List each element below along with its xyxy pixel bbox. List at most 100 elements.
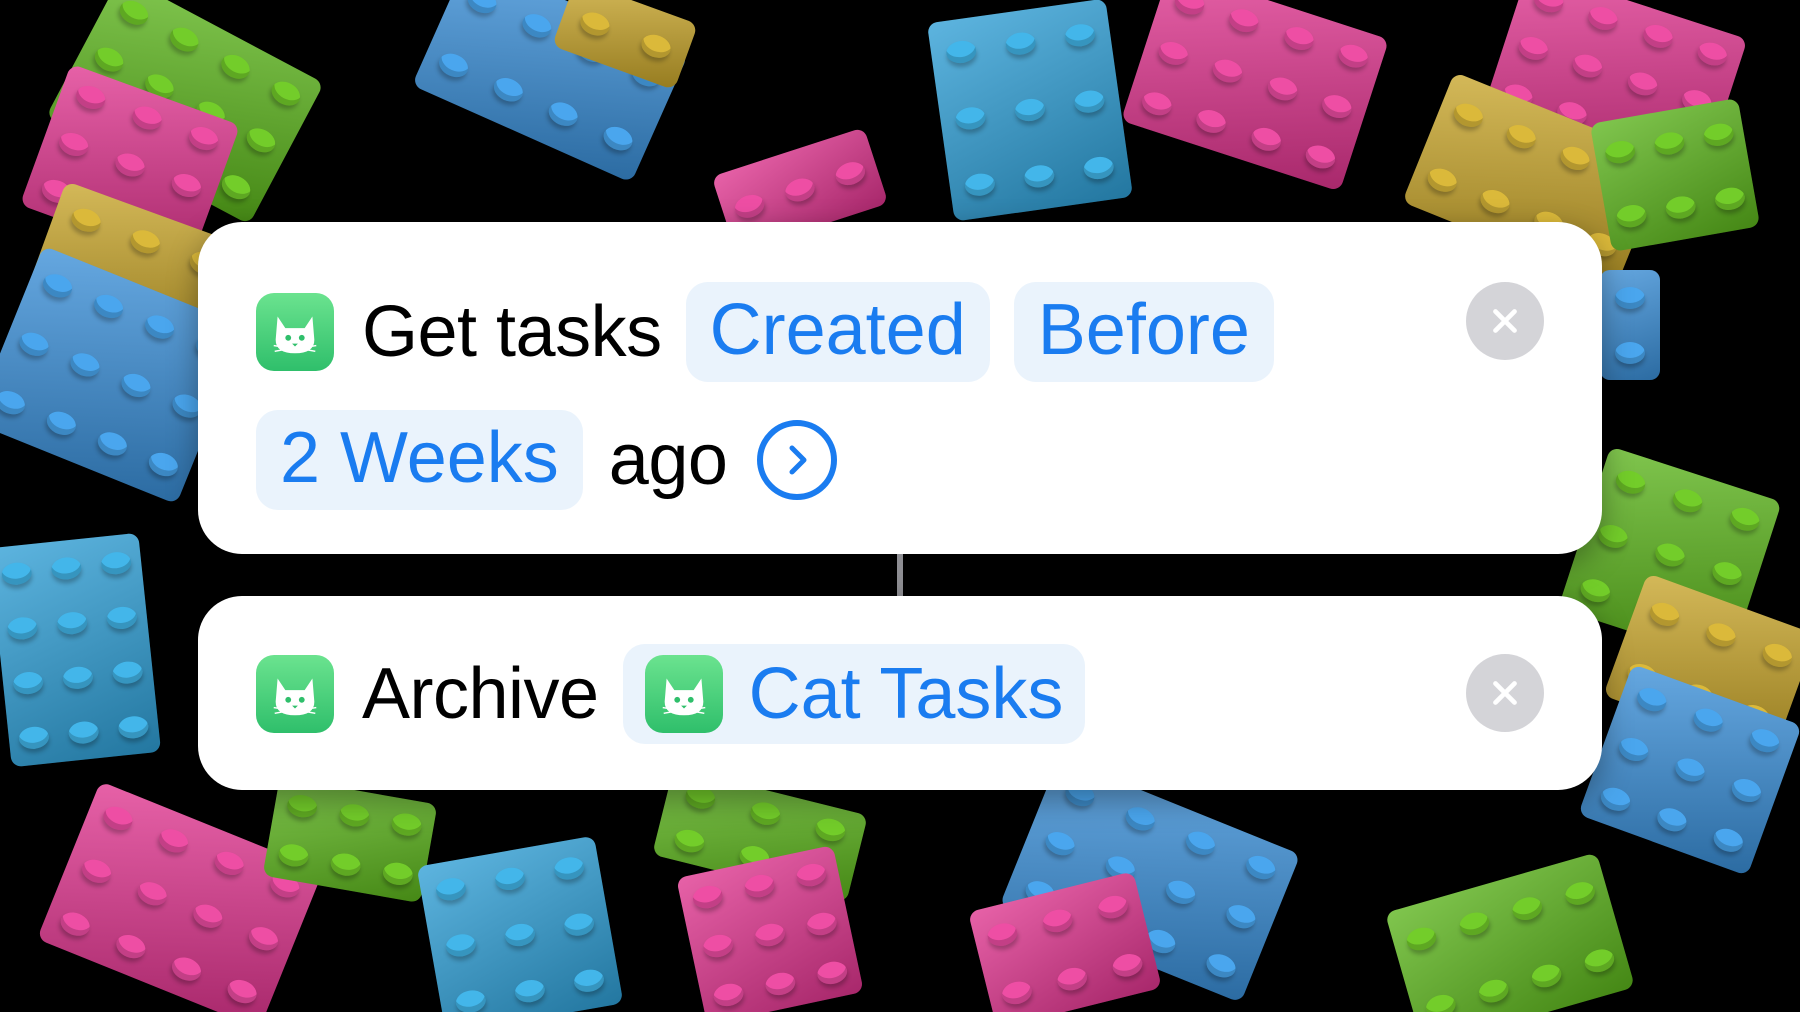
brick-stud: [815, 958, 850, 987]
brick-stud: [1652, 539, 1688, 571]
action-card-archive[interactable]: Archive Cat Tasks: [198, 596, 1602, 790]
brick-stud: [1209, 56, 1246, 87]
brick-stud: [985, 920, 1020, 949]
brick-stud: [753, 921, 787, 949]
brick-stud: [1450, 99, 1487, 132]
brick-stud: [454, 987, 488, 1012]
cat-face-icon: [273, 316, 317, 354]
brick-stud: [17, 724, 50, 750]
brick-stud: [434, 876, 468, 904]
brick-stud: [168, 952, 205, 985]
brick-stud: [390, 811, 424, 839]
brick-stud: [1063, 22, 1097, 49]
brick-stud: [56, 610, 89, 636]
brick-stud: [1726, 504, 1763, 535]
brick-stud: [1013, 97, 1047, 123]
brick-stud: [1281, 23, 1317, 54]
brick-stud: [1040, 906, 1075, 936]
brick-stud: [1503, 120, 1540, 153]
brick-stud: [1182, 826, 1219, 859]
brick-stud: [129, 102, 165, 134]
param-label: Cat Tasks: [748, 654, 1064, 734]
pink-brick: [676, 845, 864, 1012]
brick-stud: [1746, 724, 1783, 756]
brick-stud: [1004, 30, 1038, 57]
brick-stud: [1615, 734, 1652, 765]
brick-stud: [72, 82, 109, 113]
brick-stud: [599, 122, 637, 155]
chevron-right-circle-icon[interactable]: [757, 420, 838, 500]
brick-stud: [1082, 154, 1116, 181]
brick-stud: [690, 883, 725, 912]
brick-stud: [435, 49, 472, 82]
brick-stud: [1423, 164, 1460, 196]
brick-stud: [242, 123, 280, 158]
brick-stud: [211, 847, 248, 880]
brick-stud: [1226, 5, 1262, 36]
brick-stud: [1475, 976, 1511, 1006]
brick-stud: [168, 170, 205, 201]
brick-stud: [50, 555, 83, 581]
brick-stud: [1614, 202, 1649, 230]
brick-stud: [748, 798, 783, 828]
brick-stud: [1728, 775, 1765, 806]
brick-stud: [61, 664, 94, 690]
brick-stud: [1759, 639, 1796, 671]
action-suffix: ago: [608, 420, 728, 500]
close-icon[interactable]: [1466, 282, 1544, 360]
brick-stud: [1595, 521, 1631, 552]
brick-stud: [1319, 91, 1355, 122]
brick-stud: [1242, 851, 1279, 883]
brick-stud: [1110, 951, 1145, 980]
brick-stud: [1694, 39, 1731, 70]
brick-stud: [112, 930, 149, 963]
brick-stud: [1624, 68, 1661, 99]
param-duration[interactable]: 2 Weeks: [256, 410, 583, 510]
brick-stud: [42, 407, 79, 440]
brick-stud: [1530, 0, 1567, 16]
brick-stud: [544, 98, 582, 131]
brick-stud: [1701, 120, 1736, 148]
brick-stud: [1569, 51, 1606, 82]
brick-stud: [39, 269, 76, 302]
brick-stud: [954, 105, 987, 132]
brick-stud: [134, 877, 171, 910]
brick-stud: [1577, 575, 1614, 606]
brick-stud: [217, 49, 254, 84]
brick-stud: [276, 841, 310, 869]
brick-stud: [1403, 924, 1439, 954]
brick-stud: [1585, 3, 1621, 34]
blue-brick: [1600, 270, 1660, 380]
action-card-get-tasks[interactable]: Get tasks Created Before 2 Weeks ago: [198, 222, 1602, 554]
brick-stud: [78, 855, 115, 888]
close-icon[interactable]: [1466, 654, 1544, 732]
brick-stud: [1022, 163, 1056, 189]
brick-stud: [217, 170, 255, 205]
brick-stud: [1562, 878, 1598, 909]
brick-stud: [115, 0, 153, 30]
param-created[interactable]: Created: [685, 282, 990, 382]
brick-stud: [267, 76, 305, 111]
brick-stud: [794, 861, 829, 889]
brick-stud: [1581, 946, 1617, 976]
brick-stud: [1652, 129, 1687, 157]
brick-stud: [57, 907, 94, 940]
brick-stud: [0, 386, 28, 419]
brick-stud: [1603, 138, 1637, 166]
brick-stud: [111, 659, 144, 685]
brick-stud: [518, 9, 556, 42]
param-before[interactable]: Before: [1013, 282, 1274, 382]
brick-stud: [711, 981, 746, 1009]
brick-stud: [1710, 825, 1746, 857]
brick-stud: [285, 792, 319, 820]
brick-stud: [1121, 802, 1158, 835]
action-verb: Get tasks: [362, 292, 662, 372]
brick-stud: [1640, 21, 1676, 52]
param-cat-tasks[interactable]: Cat Tasks: [622, 644, 1086, 744]
action-connector: [897, 554, 903, 596]
brick-stud: [1422, 991, 1458, 1012]
brick-stud: [463, 0, 501, 18]
brick-stud: [155, 825, 192, 858]
brick-stud: [1515, 33, 1551, 64]
brick-stud: [1193, 106, 1229, 137]
